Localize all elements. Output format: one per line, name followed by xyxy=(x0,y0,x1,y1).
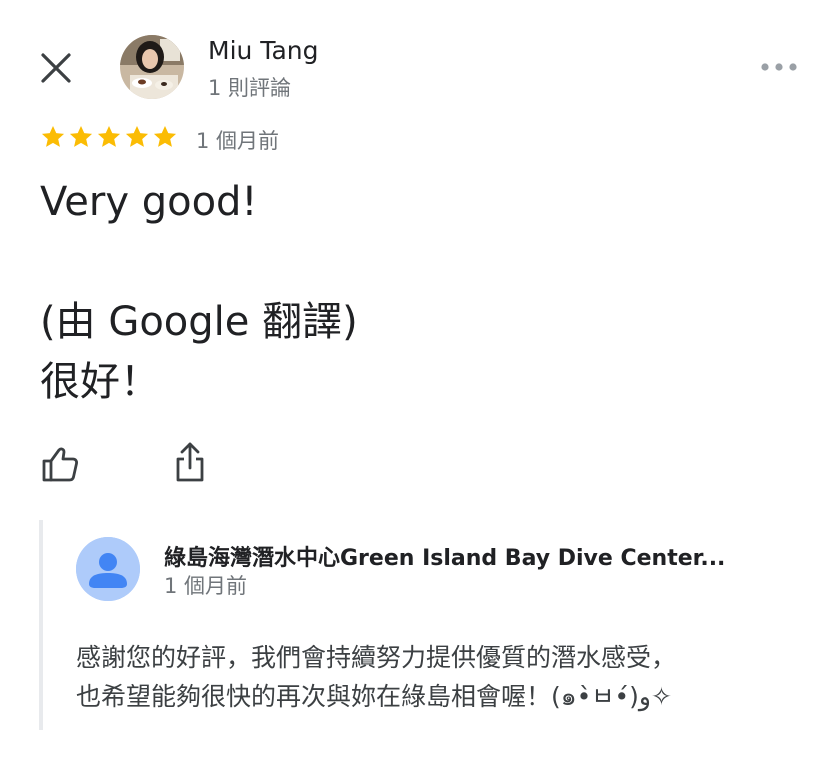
review-text: Very good! xyxy=(40,179,258,225)
more-options-button[interactable] xyxy=(756,52,802,82)
owner-response-date: 1 個月前 xyxy=(164,574,248,598)
star-icon xyxy=(125,125,149,147)
reviewer-name[interactable]: Miu Tang xyxy=(208,36,318,65)
person-icon xyxy=(76,537,140,601)
star-icon xyxy=(153,125,177,147)
share-button[interactable] xyxy=(168,440,212,486)
review-date: 1 個月前 xyxy=(196,129,280,153)
star-icon xyxy=(41,125,65,147)
star-icon xyxy=(69,125,93,147)
like-button[interactable] xyxy=(38,442,82,486)
owner-response-divider xyxy=(39,520,43,730)
owner-avatar xyxy=(76,537,140,601)
owner-response-text: 也希望能夠很快的再次與妳在綠島相會喔！(๑•̀ㅂ•́)و✧ xyxy=(76,682,672,711)
owner-name[interactable]: 綠島海灣潛水中心Green Island Bay Dive Center... xyxy=(164,540,744,572)
star-icon xyxy=(97,125,121,147)
more-horizontal-icon xyxy=(761,63,797,71)
translated-review-text: 很好！ xyxy=(40,359,160,405)
translated-by-google-label: (由 Google 翻譯) xyxy=(40,299,358,345)
reviewer-review-count: 1 則評論 xyxy=(208,76,292,100)
close-icon xyxy=(41,53,71,83)
reviewer-avatar[interactable] xyxy=(120,35,184,99)
thumb-up-icon xyxy=(42,447,78,482)
star-rating xyxy=(40,124,178,150)
share-icon xyxy=(176,442,204,482)
owner-response-text: 感謝您的好評，我們會持續努力提供優質的潛水感受， xyxy=(76,643,677,672)
close-button[interactable] xyxy=(36,48,76,88)
